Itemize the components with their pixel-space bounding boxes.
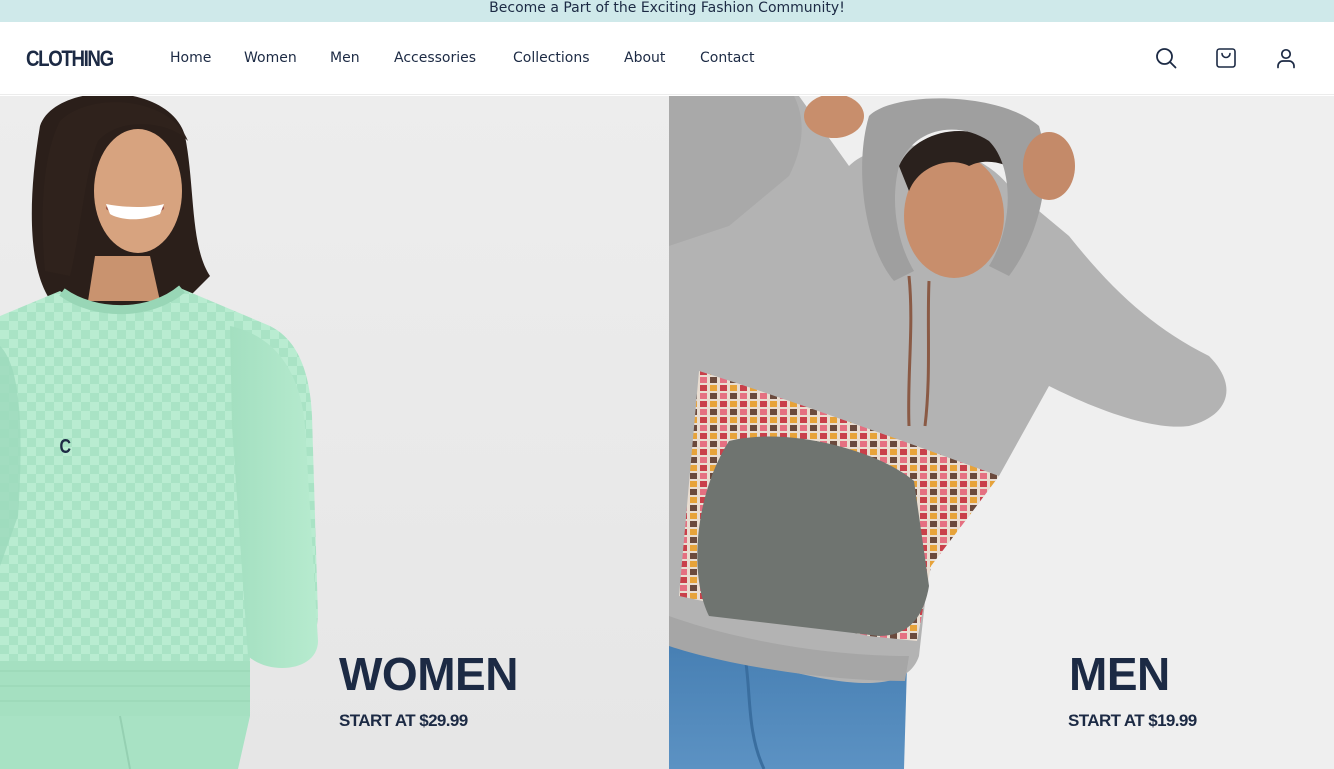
shopping-bag-icon[interactable] — [1214, 46, 1238, 70]
women-category-card[interactable]: C WOMEN START AT $29.99 — [0, 96, 669, 769]
announcement-text: Become a Part of the Exciting Fashion Co… — [489, 0, 845, 16]
nav-collections[interactable]: Collections — [513, 50, 590, 66]
women-price: START AT $29.99 — [339, 711, 468, 730]
nav-women[interactable]: Women — [244, 50, 297, 66]
nav-men[interactable]: Men — [330, 50, 360, 66]
women-model-image — [0, 96, 318, 769]
men-title: MEN — [1069, 648, 1170, 700]
nav-about[interactable]: About — [624, 50, 665, 66]
search-icon[interactable] — [1154, 46, 1178, 70]
site-header: CLOTHING Home Women Men Accessories Coll… — [0, 22, 1334, 95]
nav-contact[interactable]: Contact — [700, 50, 754, 66]
women-title: WOMEN — [339, 648, 518, 700]
men-model-image — [669, 96, 1227, 769]
men-category-card[interactable]: MEN START AT $19.99 — [669, 96, 1334, 769]
announcement-bar: Become a Part of the Exciting Fashion Co… — [0, 0, 1334, 22]
hero-section: C WOMEN START AT $29.99 MEN START AT $19… — [0, 96, 1334, 769]
nav-accessories[interactable]: Accessories — [394, 50, 476, 66]
nav-home[interactable]: Home — [170, 50, 211, 66]
sweater-logo-letter: C — [59, 436, 72, 458]
brand-logo[interactable]: CLOTHING — [26, 46, 114, 72]
men-price: START AT $19.99 — [1068, 711, 1197, 730]
user-icon[interactable] — [1274, 46, 1298, 70]
